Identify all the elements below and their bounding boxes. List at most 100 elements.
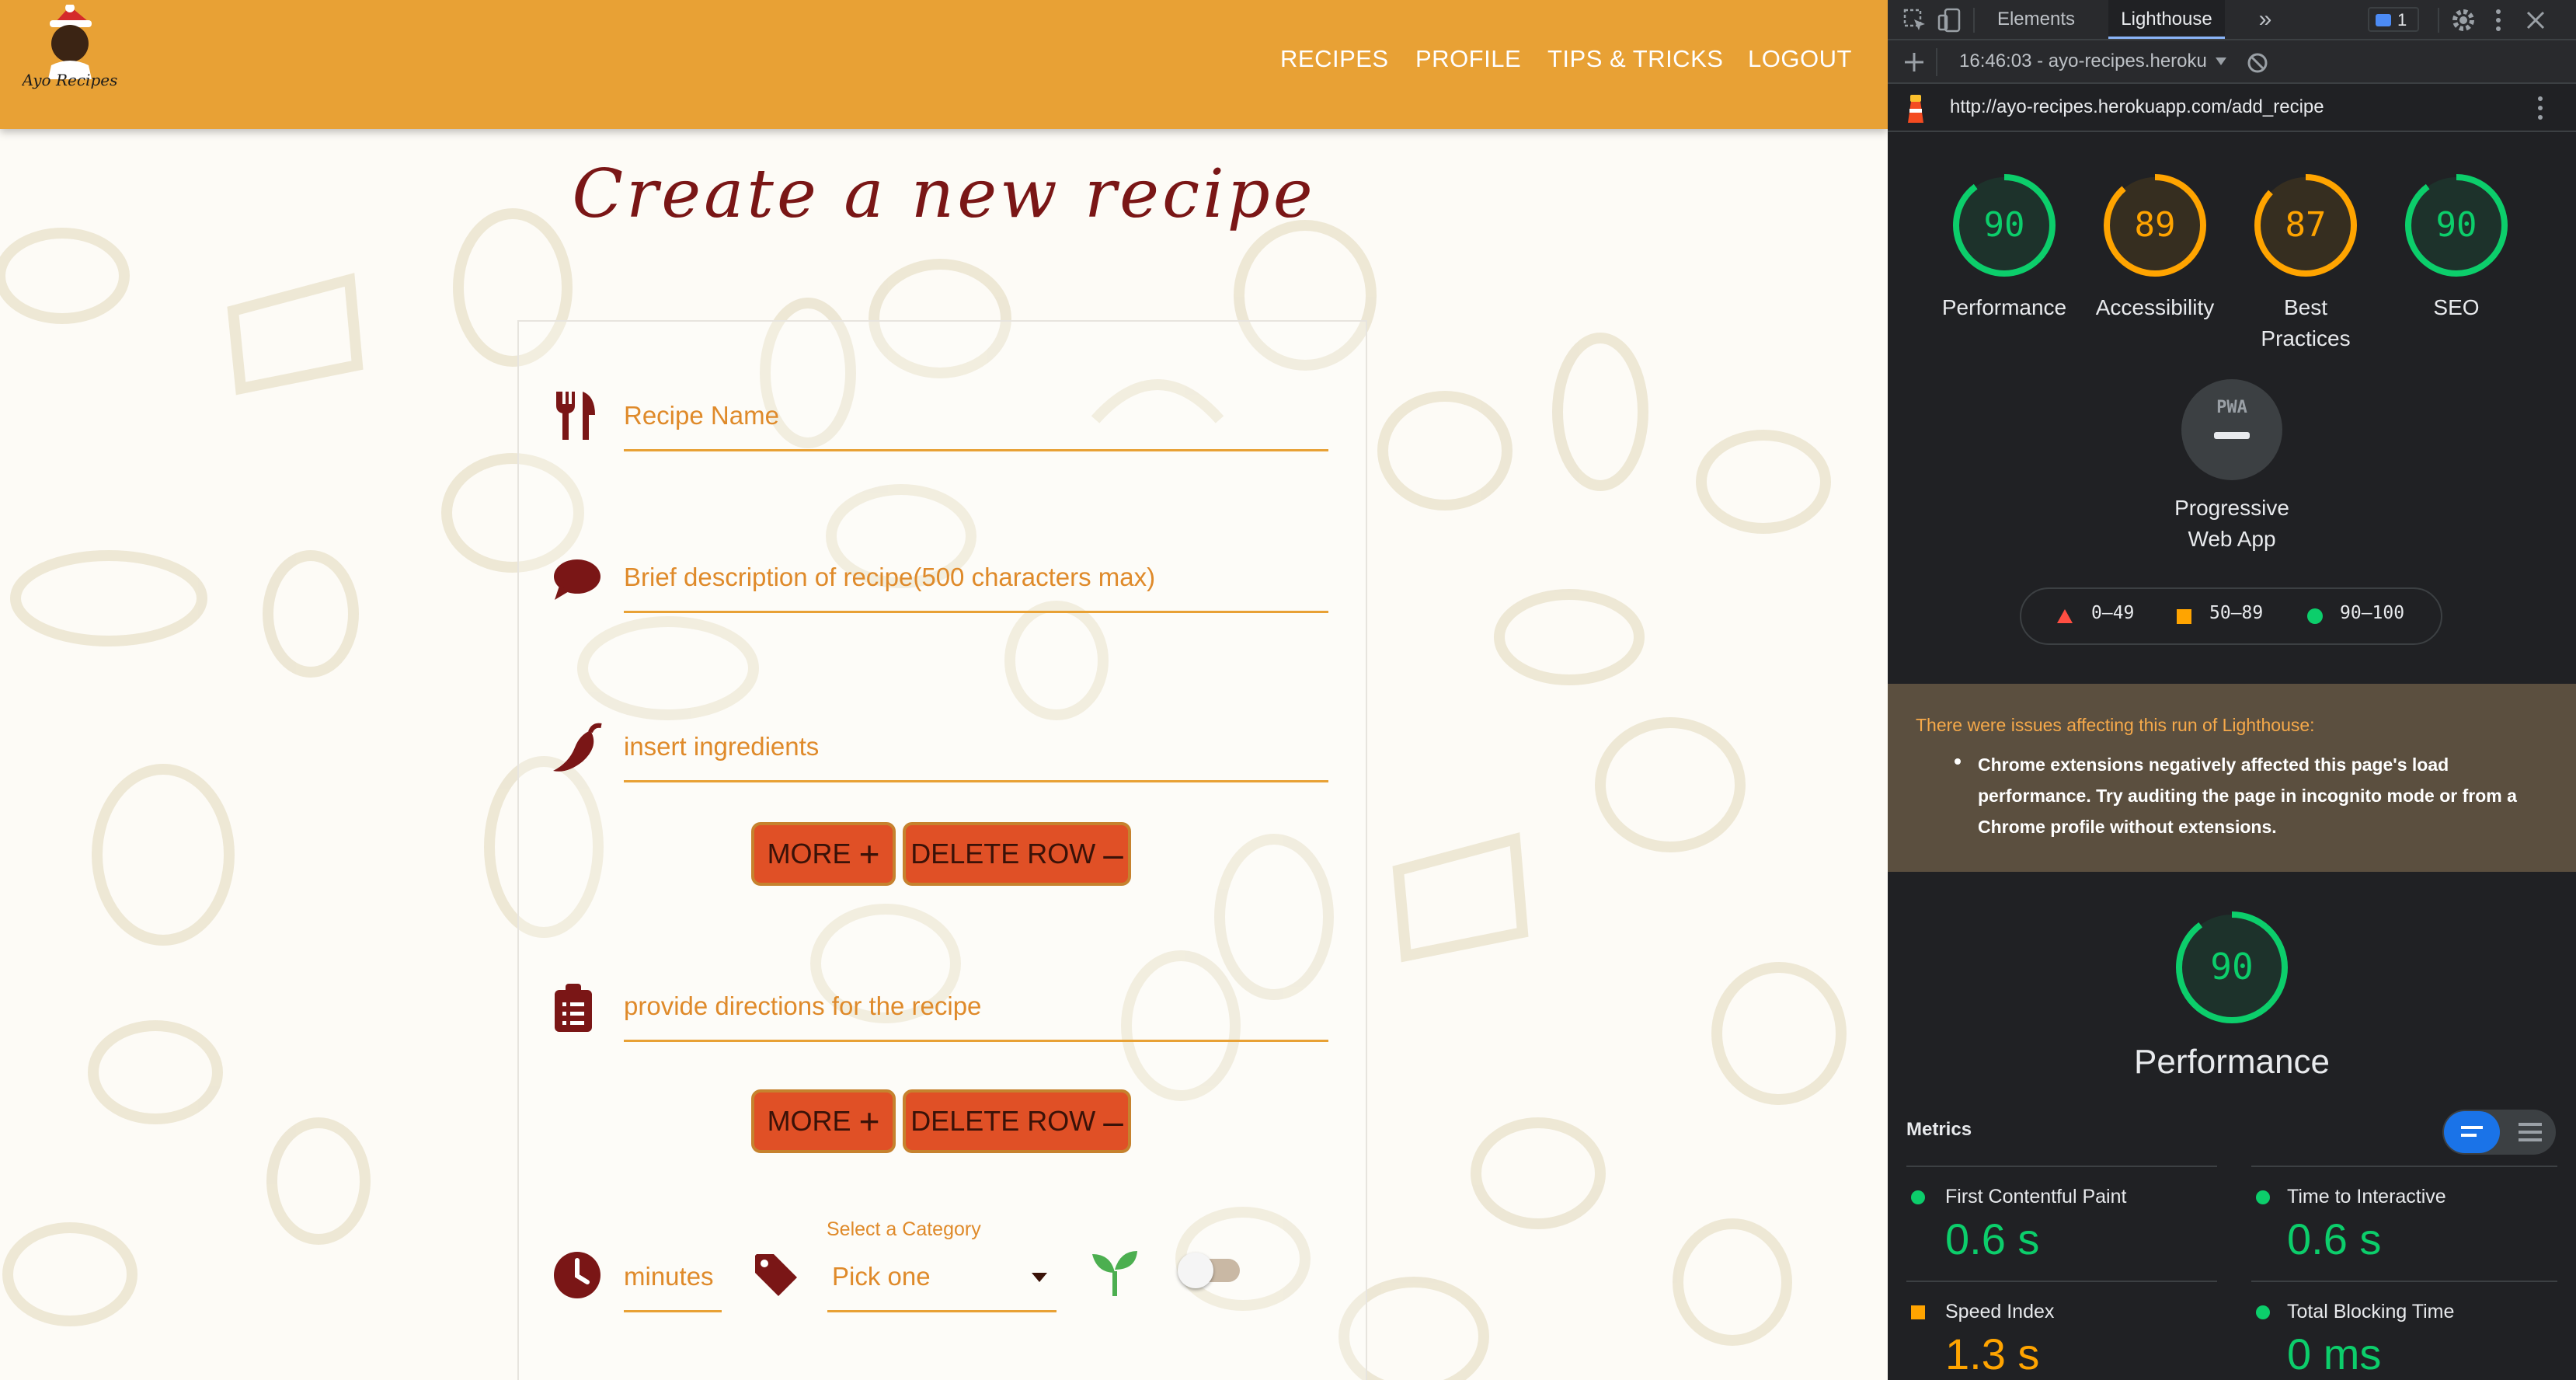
devtools-panel: Elements Lighthouse » 1 16:46:03 - ayo-r… (1888, 0, 2576, 1380)
expanded-view-icon[interactable] (2519, 1123, 2542, 1126)
minutes-input[interactable]: minutes (624, 1262, 714, 1291)
metrics-view-toggle (2442, 1110, 2556, 1155)
nav-link-tips-tricks[interactable]: TIPS & TRICKS (1547, 45, 1723, 73)
delete-row-label: DELETE ROW (910, 838, 1096, 869)
metric-divider (1906, 1166, 2217, 1167)
expanded-view-icon-line (2519, 1131, 2542, 1134)
roll-doodle (1696, 430, 1831, 534)
ingredients-input[interactable]: insert ingredients (624, 732, 819, 761)
navbar: Ayo Recipes RECIPES PROFILE TIPS & TRICK… (0, 0, 1888, 129)
website-viewport: Ayo Recipes RECIPES PROFILE TIPS & TRICK… (0, 0, 1888, 1380)
sprout-icon (1092, 1251, 1137, 1296)
ingredients-delete-row-button[interactable]: DELETE ROW – (903, 822, 1131, 886)
category-underline (827, 1310, 1057, 1312)
nav-link-profile[interactable]: PROFILE (1415, 45, 1521, 73)
recipe-name-input[interactable]: Recipe Name (624, 401, 779, 430)
directions-more-button[interactable]: MORE + (751, 1089, 896, 1153)
warning-title: There were issues affecting this run of … (1916, 715, 2315, 735)
pie-doodle (2, 1222, 138, 1326)
issues-badge[interactable]: 1 (2368, 7, 2419, 32)
metric-divider (2251, 1166, 2557, 1167)
metric-tti-label: Time to Interactive (2287, 1186, 2446, 1208)
croissant-doodle (88, 1020, 223, 1124)
inspect-element-icon[interactable] (1903, 9, 1927, 32)
page-title: Create a new recipe (572, 155, 1316, 233)
lighthouse-warning-box: There were issues affecting this run of … (1888, 684, 2576, 872)
chevron-down-icon[interactable] (1032, 1273, 1047, 1282)
close-icon[interactable] (2525, 9, 2546, 31)
minus-icon: – (1103, 834, 1123, 874)
donut-doodle (1377, 391, 1513, 511)
description-input[interactable]: Brief description of recipe(500 characte… (624, 563, 1155, 592)
performance-detail-gauge: 90 (2176, 911, 2288, 1023)
kebab-menu-icon[interactable] (2494, 8, 2503, 33)
metric-divider (2251, 1281, 2557, 1282)
nav-link-recipes[interactable]: RECIPES (1280, 45, 1389, 73)
roll-doodle (1673, 1218, 1792, 1346)
more-tabs-icon[interactable]: » (2250, 0, 2281, 39)
report-url-bar: http://ayo-recipes.herokuapp.com/add_rec… (1888, 84, 2576, 132)
ingredients-more-button[interactable]: MORE + (751, 822, 896, 886)
lighthouse-toolbar: 16:46:03 - ayo-recipes.heroku (1888, 40, 2576, 84)
metric-speed-index-value: 1.3 s (1945, 1329, 2040, 1378)
directions-delete-row-button[interactable]: DELETE ROW – (903, 1089, 1131, 1153)
accessibility-gauge[interactable]: 89 (2101, 171, 2209, 280)
report-selector[interactable]: 16:46:03 - ayo-recipes.heroku (1959, 51, 2207, 72)
new-report-plus-icon[interactable] (1903, 51, 1925, 73)
report-menu-icon[interactable] (2536, 95, 2545, 121)
category-select[interactable]: Pick one (832, 1262, 931, 1291)
clear-block-icon[interactable] (2247, 52, 2268, 74)
cake-doodle (227, 273, 364, 396)
nav-link-logout[interactable]: LOGOUT (1748, 45, 1852, 73)
seo-gauge[interactable]: 90 (2402, 171, 2511, 280)
metric-tbt-label: Total Blocking Time (2287, 1301, 2455, 1322)
tab-lighthouse[interactable]: Lighthouse (2108, 0, 2225, 39)
cake-doodle (1392, 832, 1529, 963)
plus-icon: + (858, 1101, 880, 1141)
performance-score: 90 (1984, 205, 2025, 245)
metric-divider (1906, 1281, 2217, 1282)
toolbar-divider (1973, 8, 1975, 33)
toolbar-divider (1936, 48, 1937, 76)
site-logo[interactable]: Ayo Recipes (22, 5, 118, 90)
cupcake-doodle (266, 1117, 371, 1245)
recipe-name-underline (624, 449, 1328, 451)
more-label: MORE (767, 838, 851, 869)
warning-line-3: Chrome profile without extensions. (1978, 817, 2277, 837)
metric-pass-icon (2256, 1305, 2270, 1319)
metrics-heading: Metrics (1906, 1119, 1972, 1140)
warning-line-2: performance. Try auditing the page in in… (1978, 786, 2517, 806)
pwa-dash-icon (2214, 432, 2250, 439)
tab-elements[interactable]: Elements (1993, 0, 2079, 39)
device-toolbar-icon[interactable] (1937, 8, 1962, 33)
compact-view-icon-line (2461, 1134, 2477, 1137)
best-practices-label: Best Practices (2228, 292, 2383, 354)
best-practices-gauge[interactable]: 87 (2251, 171, 2360, 280)
toggle-knob[interactable] (1178, 1253, 1213, 1288)
metric-speed-index-label: Speed Index (1945, 1301, 2055, 1322)
directions-input[interactable]: provide directions for the recipe (624, 991, 981, 1021)
pwa-label-line1: Progressive (2174, 496, 2289, 520)
performance-gauge[interactable]: 90 (1950, 171, 2059, 280)
bread-doodle (1552, 333, 1648, 491)
pie-doodle (1494, 589, 1645, 685)
pwa-label: Progressive Web App (2154, 493, 2310, 555)
pretzel-doodle (1711, 962, 1847, 1105)
message-icon (2376, 14, 2391, 26)
dropdown-arrow-icon[interactable] (2216, 57, 2226, 65)
pass-circle-icon (2307, 608, 2323, 624)
metric-fcp-label: First Contentful Paint (1945, 1186, 2127, 1208)
pwa-badge[interactable]: PWA (2181, 379, 2282, 480)
metric-tti-value: 0.6 s (2287, 1214, 2382, 1263)
seo-score: 90 (2436, 205, 2477, 245)
pie-doodle (1595, 717, 1746, 852)
compact-view-icon (2461, 1126, 2483, 1129)
compact-view-button[interactable] (2444, 1111, 2500, 1153)
performance-detail-score: 90 (2210, 946, 2253, 988)
best-practices-label-line2: Practices (2261, 326, 2351, 350)
settings-gear-icon[interactable] (2450, 7, 2477, 33)
issues-count: 1 (2397, 10, 2407, 30)
accessibility-label: Accessibility (2095, 295, 2215, 319)
plus-icon: + (858, 834, 880, 874)
devtools-tab-bar: Elements Lighthouse » 1 (1888, 0, 2576, 40)
